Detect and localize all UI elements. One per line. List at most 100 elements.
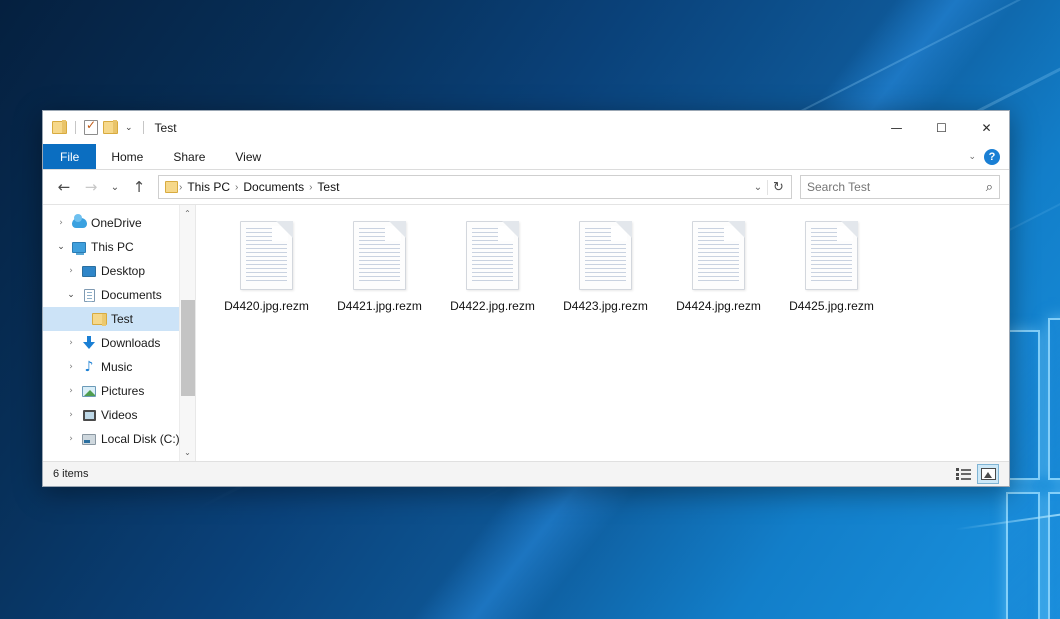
scrollbar-thumb[interactable] [181, 300, 195, 396]
recent-locations-chevron-down-icon[interactable]: ⌄ [106, 175, 124, 199]
sidebar-item-label: Music [99, 360, 132, 374]
tab-share[interactable]: Share [158, 144, 220, 169]
up-button[interactable]: ↑ [127, 175, 151, 199]
sidebar-item-local-disk-c[interactable]: › Local Disk (C:) [43, 427, 195, 451]
sidebar-item-label: Pictures [99, 384, 144, 398]
chevron-right-icon[interactable]: › [63, 410, 79, 420]
tab-home[interactable]: Home [96, 144, 158, 169]
sidebar-item-desktop[interactable]: › Desktop [43, 259, 195, 283]
windows-logo-pane [1006, 492, 1040, 619]
address-bar[interactable]: › This PC › Documents › Test ⌄ ↻ [158, 175, 792, 199]
folder-icon[interactable] [52, 121, 67, 134]
details-view-icon [956, 468, 971, 480]
breadcrumb-documents[interactable]: Documents [239, 180, 308, 194]
sidebar-item-label: Desktop [99, 264, 145, 278]
file-name: D4425.jpg.rezm [789, 299, 874, 313]
search-box[interactable]: ⌕ [800, 175, 1000, 199]
title-bar: ⌄ Test — ☐ ✕ [43, 111, 1009, 144]
ribbon-tabs: File Home Share View ⌄ ? [43, 144, 1009, 170]
search-icon[interactable]: ⌕ [986, 180, 993, 195]
sidebar-item-this-pc[interactable]: ⌄ This PC [43, 235, 195, 259]
window-controls: — ☐ ✕ [874, 111, 1009, 144]
chevron-right-icon[interactable]: › [63, 386, 79, 396]
sidebar-item-label: Local Disk (C:) [99, 432, 180, 446]
sidebar-item-downloads[interactable]: › Downloads [43, 331, 195, 355]
sidebar-item-onedrive[interactable]: › OneDrive [43, 211, 195, 235]
sidebar-item-documents[interactable]: ⌄ Documents [43, 283, 195, 307]
chevron-down-icon[interactable]: ⌄ [63, 290, 79, 300]
sidebar-item-test[interactable]: Test [43, 307, 195, 331]
file-name: D4421.jpg.rezm [337, 299, 422, 313]
generic-file-icon [466, 221, 519, 290]
windows-logo-pane [1048, 492, 1060, 619]
sidebar-item-pictures[interactable]: › Pictures [43, 379, 195, 403]
chevron-right-icon[interactable]: › [63, 434, 79, 444]
sidebar-item-label: Downloads [99, 336, 160, 350]
file-item[interactable]: D4425.jpg.rezm [775, 217, 888, 313]
file-item[interactable]: D4423.jpg.rezm [549, 217, 662, 313]
chevron-right-icon[interactable]: › [53, 218, 69, 228]
file-list-pane[interactable]: D4420.jpg.rezm D4421.jpg.rezm D4422.jpg.… [196, 205, 1009, 461]
explorer-body: › OneDrive ⌄ This PC › Desktop [43, 204, 1009, 461]
file-name: D4423.jpg.rezm [563, 299, 648, 313]
file-item[interactable]: D4420.jpg.rezm [210, 217, 323, 313]
navigation-scrollbar[interactable]: ⌃ ⌄ [179, 205, 195, 461]
minimize-button[interactable]: — [874, 111, 919, 144]
generic-file-icon [805, 221, 858, 290]
scrollbar-track[interactable] [180, 222, 196, 444]
help-icon[interactable]: ? [984, 149, 1000, 165]
sidebar-item-videos[interactable]: › Videos [43, 403, 195, 427]
back-button[interactable]: ← [52, 175, 76, 199]
file-item[interactable]: D4422.jpg.rezm [436, 217, 549, 313]
desktop-wallpaper: ⌄ Test — ☐ ✕ File Home Share View ⌄ ? ← … [0, 0, 1060, 619]
file-grid: D4420.jpg.rezm D4421.jpg.rezm D4422.jpg.… [210, 217, 1009, 313]
refresh-icon[interactable]: ↻ [767, 180, 789, 195]
view-toggle-group [952, 464, 999, 484]
sidebar-item-label: This PC [89, 240, 134, 254]
folder-icon [89, 313, 109, 325]
expand-ribbon-chevron-down-icon[interactable]: ⌄ [968, 151, 976, 162]
sidebar-item-label: Test [109, 312, 133, 326]
windows-logo-pane [1006, 330, 1040, 480]
scroll-down-icon[interactable]: ⌄ [180, 444, 196, 461]
disk-icon [79, 434, 99, 445]
file-item[interactable]: D4424.jpg.rezm [662, 217, 775, 313]
videos-icon [79, 410, 99, 421]
search-input[interactable] [807, 180, 986, 194]
address-dropdown-chevron-down-icon[interactable]: ⌄ [749, 182, 767, 193]
breadcrumb-test[interactable]: Test [313, 180, 343, 194]
sidebar-item-music[interactable]: › ♪ Music [43, 355, 195, 379]
customize-chevron-icon[interactable]: ⌄ [123, 123, 135, 132]
cloud-icon [69, 218, 89, 228]
sidebar-item-label: Documents [99, 288, 162, 302]
tab-view[interactable]: View [220, 144, 276, 169]
navigation-pane: › OneDrive ⌄ This PC › Desktop [43, 205, 196, 461]
chevron-right-icon[interactable]: › [63, 266, 79, 276]
tab-file[interactable]: File [43, 144, 96, 169]
details-view-button[interactable] [952, 464, 974, 484]
file-name: D4422.jpg.rezm [450, 299, 535, 313]
properties-icon[interactable] [84, 120, 98, 135]
scroll-up-icon[interactable]: ⌃ [180, 205, 196, 222]
status-bar: 6 items [43, 461, 1009, 486]
maximize-button[interactable]: ☐ [919, 111, 964, 144]
chevron-down-icon[interactable]: ⌄ [53, 242, 69, 252]
generic-file-icon [579, 221, 632, 290]
desktop-icon [79, 266, 99, 277]
chevron-right-icon[interactable]: › [63, 338, 79, 348]
chevron-right-icon[interactable]: › [63, 362, 79, 372]
item-count-label: 6 items [53, 468, 88, 480]
large-icons-view-button[interactable] [977, 464, 999, 484]
windows-logo-pane [1048, 318, 1060, 480]
generic-file-icon [353, 221, 406, 290]
quick-access-toolbar: ⌄ [43, 120, 147, 135]
breadcrumb-this-pc[interactable]: This PC [183, 180, 234, 194]
file-explorer-window: ⌄ Test — ☐ ✕ File Home Share View ⌄ ? ← … [42, 110, 1010, 487]
generic-file-icon [692, 221, 745, 290]
pictures-icon [79, 386, 99, 397]
music-icon: ♪ [79, 360, 99, 374]
close-button[interactable]: ✕ [964, 111, 1009, 144]
navigation-tree: › OneDrive ⌄ This PC › Desktop [43, 205, 195, 451]
new-folder-icon[interactable] [103, 121, 118, 134]
file-item[interactable]: D4421.jpg.rezm [323, 217, 436, 313]
